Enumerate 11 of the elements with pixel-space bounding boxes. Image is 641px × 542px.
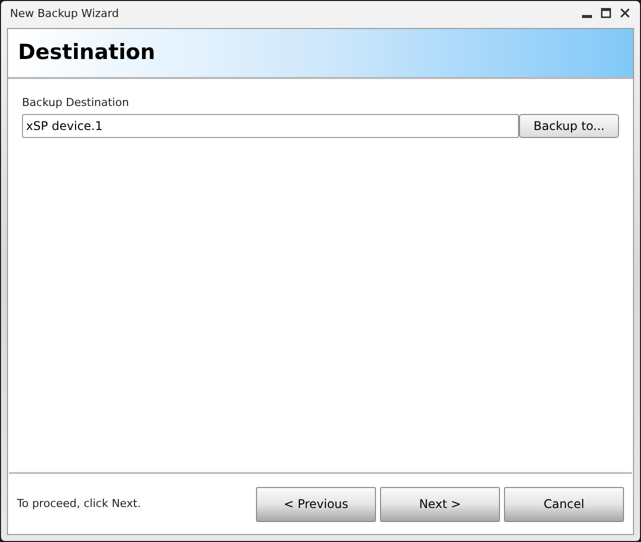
page-title: Destination [18, 39, 156, 66]
wizard-button[interactable]: < Previous [256, 486, 376, 522]
window-title: New Backup Wizard [10, 6, 119, 22]
close-icon[interactable] [620, 8, 630, 18]
destination-field[interactable]: xSP device.1 [22, 114, 520, 138]
hint-text: To proceed, click Next. [17, 496, 142, 512]
backup-to-button[interactable]: Backup to... [519, 114, 619, 138]
wizard-button[interactable]: Cancel [504, 486, 624, 522]
maximize-icon[interactable] [601, 8, 611, 18]
wizard-button[interactable]: Next > [380, 486, 500, 522]
field-label: Backup Destination [22, 95, 130, 111]
